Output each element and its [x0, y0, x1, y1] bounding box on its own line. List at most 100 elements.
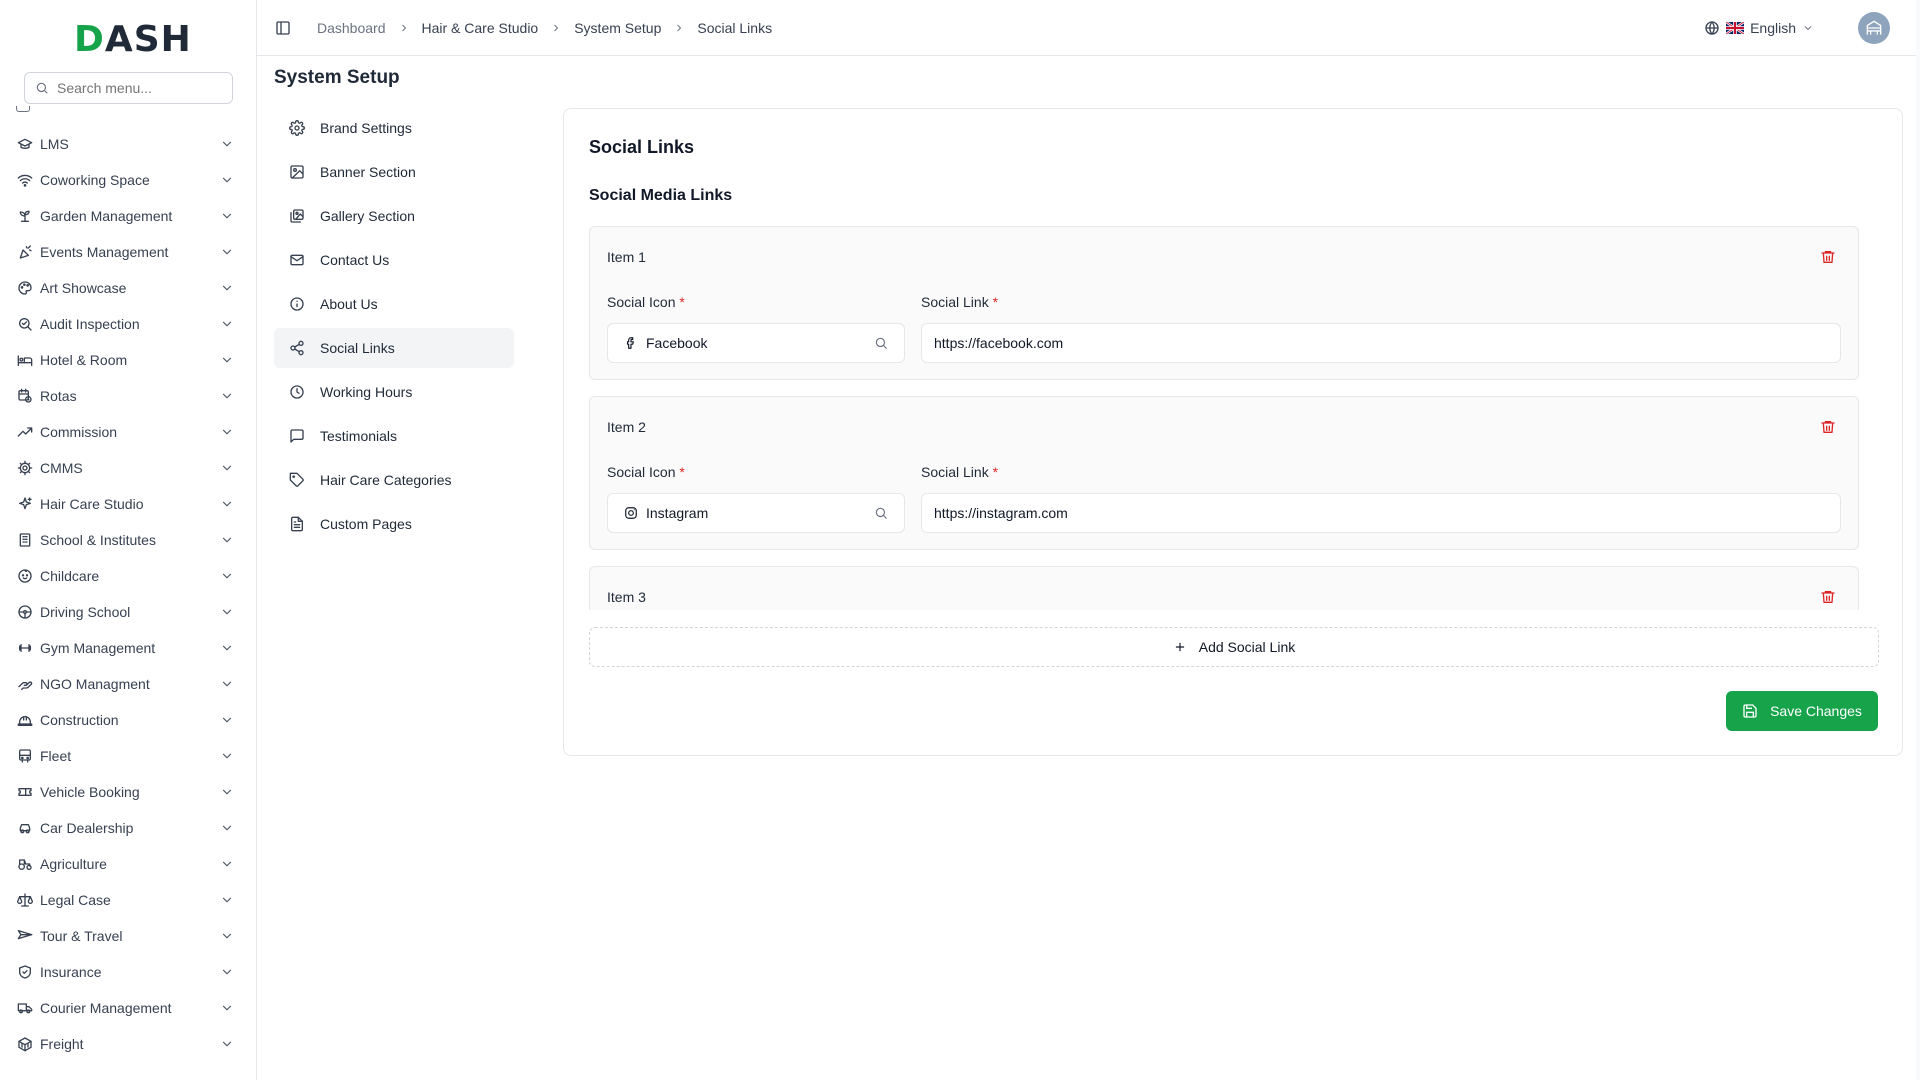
dash-logo[interactable]: DASH: [74, 18, 192, 60]
breadcrumb-hair-care-studio[interactable]: Hair & Care Studio: [422, 20, 539, 36]
social-link-input[interactable]: [921, 323, 1841, 363]
hard-hat-icon: [16, 711, 34, 729]
sidebar-item-driving-school[interactable]: Driving School: [0, 594, 256, 630]
label-text: Social Link: [921, 464, 989, 480]
language-selector[interactable]: English: [1704, 20, 1814, 36]
sidebar-item-car-dealership[interactable]: Car Dealership: [0, 810, 256, 846]
card-title: Social Links: [589, 137, 695, 157]
trash-icon[interactable]: [1820, 249, 1836, 265]
sidebar-item-freight[interactable]: Freight: [0, 1026, 256, 1062]
subnav-item-testimonials[interactable]: Testimonials: [274, 416, 514, 456]
trash-icon[interactable]: [1820, 589, 1836, 605]
sidebar-item-hotel-room[interactable]: Hotel & Room: [0, 342, 256, 378]
save-changes-button[interactable]: Save Changes: [1726, 691, 1878, 731]
required-mark: *: [992, 464, 999, 480]
sidebar-item-agriculture[interactable]: Agriculture: [0, 846, 256, 882]
social-link-item: Item 3: [589, 566, 1859, 610]
instagram-icon: [624, 506, 638, 520]
sidebar-item-label: NGO Managment: [40, 676, 150, 692]
chevron-down-icon: [220, 461, 234, 475]
sidebar-item-rotas[interactable]: Rotas: [0, 378, 256, 414]
sidebar-item-label: Art Showcase: [40, 280, 127, 296]
menu-search[interactable]: [24, 72, 233, 104]
sidebar-item-school-institutes[interactable]: School & Institutes: [0, 522, 256, 558]
breadcrumb-system-setup[interactable]: System Setup: [574, 20, 661, 36]
sidebar-item-coworking-space[interactable]: Coworking Space: [0, 162, 256, 198]
chevron-down-icon: [220, 389, 234, 403]
sidebar-item-cmms[interactable]: CMMS: [0, 450, 256, 486]
truck-icon: [16, 999, 34, 1017]
baby-icon: [16, 567, 34, 585]
add-social-link-label: Add Social Link: [1198, 639, 1296, 655]
images-icon: [289, 208, 305, 224]
user-avatar[interactable]: [1858, 12, 1890, 44]
sidebar-toggle-icon[interactable]: [275, 20, 291, 36]
social-link-label: Social Link *: [921, 294, 998, 310]
sparkles-icon: [16, 495, 34, 513]
social-icon-label: Social Icon *: [607, 294, 685, 310]
chevron-down-icon: [220, 425, 234, 439]
sidebar-item-art-showcase[interactable]: Art Showcase: [0, 270, 256, 306]
shield-icon: [16, 963, 34, 981]
chevron-down-icon: [220, 353, 234, 367]
item-title: Item 1: [607, 249, 646, 265]
sidebar-item-vehicle-booking[interactable]: Vehicle Booking: [0, 774, 256, 810]
social-icon-select[interactable]: Instagram: [607, 493, 905, 533]
bed-icon: [16, 351, 34, 369]
sidebar-item-hair-care-studio[interactable]: Hair Care Studio: [0, 486, 256, 522]
breadcrumb-dashboard[interactable]: Dashboard: [317, 20, 386, 36]
sidebar-item-legal-case[interactable]: Legal Case: [0, 882, 256, 918]
sidebar-item-childcare[interactable]: Childcare: [0, 558, 256, 594]
subnav-item-working-hours[interactable]: Working Hours: [274, 372, 514, 412]
chevron-down-icon: [220, 893, 234, 907]
breadcrumb: Dashboard Hair & Care Studio System Setu…: [317, 20, 772, 36]
palette-icon: [16, 279, 34, 297]
globe-icon: [1704, 20, 1720, 36]
sidebar-item-audit-inspection[interactable]: Audit Inspection: [0, 306, 256, 342]
social-link-input[interactable]: [921, 493, 1841, 533]
sidebar-item-fleet[interactable]: Fleet: [0, 738, 256, 774]
sidebar-item-ngo-managment[interactable]: NGO Managment: [0, 666, 256, 702]
container-icon: [16, 1035, 34, 1053]
sidebar-item-label: LMS: [40, 136, 69, 152]
trending-up-icon: [16, 423, 34, 441]
sidebar: DASH LMS Coworking Space Garden Management…: [0, 0, 256, 1080]
subnav-item-social-links[interactable]: Social Links: [274, 328, 514, 368]
subnav-item-hair-care-categories[interactable]: Hair Care Categories: [274, 460, 514, 500]
chevron-down-icon: [220, 713, 234, 727]
sidebar-item-label: Fleet: [40, 748, 72, 764]
subnav-item-brand-settings[interactable]: Brand Settings: [274, 108, 514, 148]
subnav-item-label: Social Links: [320, 340, 395, 356]
sidebar-item-insurance[interactable]: Insurance: [0, 954, 256, 990]
sidebar-item-label: Agriculture: [40, 856, 107, 872]
sidebar-item-gym-management[interactable]: Gym Management: [0, 630, 256, 666]
bus-icon: [16, 747, 34, 765]
subnav-item-contact-us[interactable]: Contact Us: [274, 240, 514, 280]
subnav-item-label: Testimonials: [320, 428, 398, 444]
subnav-item-about-us[interactable]: About Us: [274, 284, 514, 324]
subnav-item-banner-section[interactable]: Banner Section: [274, 152, 514, 192]
chevron-right-icon: [398, 22, 410, 34]
menu-search-input[interactable]: [57, 80, 217, 96]
social-icon-select[interactable]: Facebook: [607, 323, 905, 363]
clock-icon: [289, 384, 305, 400]
sidebar-item-courier-management[interactable]: Courier Management: [0, 990, 256, 1026]
sidebar-item-commission[interactable]: Commission: [0, 414, 256, 450]
save-icon: [1742, 703, 1758, 719]
chevron-down-icon: [220, 245, 234, 259]
subnav-item-custom-pages[interactable]: Custom Pages: [274, 504, 514, 544]
subnav-item-gallery-section[interactable]: Gallery Section: [274, 196, 514, 236]
add-social-link-button[interactable]: Add Social Link: [589, 627, 1879, 667]
sidebar-item-lms[interactable]: LMS: [0, 126, 256, 162]
chevron-down-icon: [220, 605, 234, 619]
social-items-list[interactable]: Item 1 Social Icon * Social Link * Facebook…: [589, 226, 1879, 610]
save-changes-label: Save Changes: [1770, 703, 1862, 719]
sidebar-item-construction[interactable]: Construction: [0, 702, 256, 738]
sidebar-item-label: Hotel & Room: [40, 352, 128, 368]
trash-icon[interactable]: [1820, 419, 1836, 435]
sidebar-item-tour-travel[interactable]: Tour & Travel: [0, 918, 256, 954]
sidebar-item-events-management[interactable]: Events Management: [0, 234, 256, 270]
sidebar-item-garden-management[interactable]: Garden Management: [0, 198, 256, 234]
sidebar-item-label: CMMS: [40, 460, 83, 476]
subnav-item-label: Custom Pages: [320, 516, 412, 532]
